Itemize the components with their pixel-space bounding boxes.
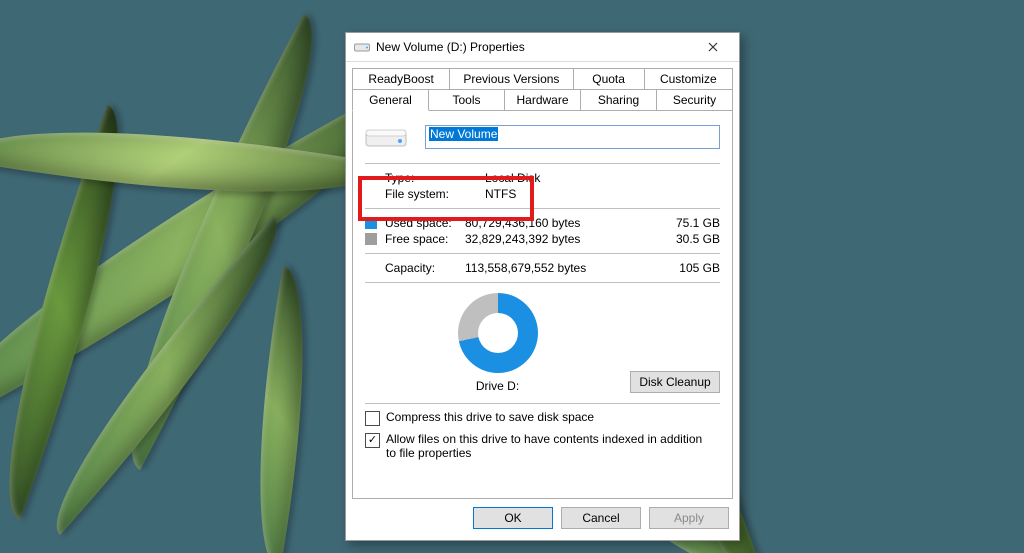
capacity-size: 105 GB	[665, 261, 720, 275]
used-size: 75.1 GB	[665, 216, 720, 230]
volume-name-text: New Volume	[429, 127, 498, 141]
desktop-background: New Volume (D:) Properties ReadyBoost Pr…	[0, 0, 1024, 553]
index-checkbox[interactable]: ✓	[365, 433, 380, 448]
tab-quota[interactable]: Quota	[574, 68, 645, 90]
tab-readyboost[interactable]: ReadyBoost	[352, 68, 450, 90]
tab-panel-general: New Volume Type: Local Disk File system:…	[352, 111, 733, 499]
titlebar[interactable]: New Volume (D:) Properties	[346, 33, 739, 62]
window-title: New Volume (D:) Properties	[376, 40, 525, 54]
drive-icon	[365, 121, 407, 153]
free-label: Free space:	[385, 232, 465, 246]
tab-sharing[interactable]: Sharing	[581, 90, 657, 111]
tab-general[interactable]: General	[352, 90, 429, 111]
used-label: Used space:	[385, 216, 465, 230]
used-bytes: 80,729,436,160 bytes	[465, 216, 665, 230]
apply-button[interactable]: Apply	[649, 507, 729, 529]
free-swatch-icon	[365, 233, 377, 245]
properties-window: New Volume (D:) Properties ReadyBoost Pr…	[345, 32, 740, 541]
tab-security[interactable]: Security	[657, 90, 733, 111]
filesystem-value: NTFS	[485, 187, 720, 201]
drive-icon	[354, 39, 370, 55]
tab-tools[interactable]: Tools	[429, 90, 505, 111]
disk-cleanup-button[interactable]: Disk Cleanup	[630, 371, 720, 393]
usage-donut-chart	[458, 293, 538, 373]
drive-label: Drive D:	[476, 379, 519, 393]
tab-hardware[interactable]: Hardware	[505, 90, 581, 111]
free-bytes: 32,829,243,392 bytes	[465, 232, 665, 246]
tab-customize[interactable]: Customize	[645, 68, 733, 90]
dialog-buttons: OK Cancel Apply	[346, 499, 739, 537]
filesystem-label: File system:	[365, 187, 485, 201]
close-button[interactable]	[693, 34, 733, 60]
ok-button[interactable]: OK	[473, 507, 553, 529]
used-swatch-icon	[365, 217, 377, 229]
compress-label: Compress this drive to save disk space	[386, 410, 594, 424]
capacity-bytes: 113,558,679,552 bytes	[465, 261, 665, 275]
tabs: ReadyBoost Previous Versions Quota Custo…	[346, 62, 739, 499]
capacity-label: Capacity:	[385, 261, 465, 275]
plant-leaf	[231, 266, 332, 553]
compress-checkbox[interactable]	[365, 411, 380, 426]
volume-name-input[interactable]: New Volume	[425, 125, 720, 149]
type-value: Local Disk	[485, 171, 720, 185]
type-label: Type:	[365, 171, 485, 185]
free-size: 30.5 GB	[665, 232, 720, 246]
cancel-button[interactable]: Cancel	[561, 507, 641, 529]
tab-previous-versions[interactable]: Previous Versions	[450, 68, 573, 90]
index-label: Allow files on this drive to have conten…	[386, 432, 706, 460]
